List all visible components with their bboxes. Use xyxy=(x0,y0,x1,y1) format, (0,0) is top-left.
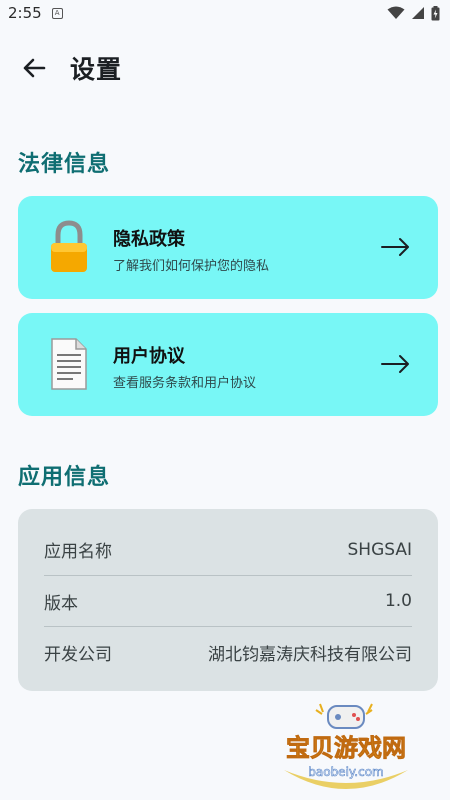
signal-icon xyxy=(412,7,424,19)
info-row-developer: 开发公司 湖北钧嘉涛庆科技有限公司 xyxy=(44,626,412,677)
info-row-app-name: 应用名称 SHGSAI xyxy=(44,524,412,575)
status-left: 2:55 A xyxy=(8,4,63,22)
privacy-policy-title: 隐私政策 xyxy=(113,229,185,250)
notification-icon: A xyxy=(51,7,63,19)
svg-text:baobeiy.com: baobeiy.com xyxy=(308,765,383,779)
status-right xyxy=(387,5,440,21)
arrow-right-icon xyxy=(381,355,409,373)
info-label: 应用名称 xyxy=(44,542,112,562)
battery-icon xyxy=(431,5,440,20)
app-info-card: 应用名称 SHGSAI 版本 1.0 开发公司 湖北钧嘉涛庆科技有限公司 xyxy=(18,509,438,691)
privacy-policy-card[interactable]: 隐私政策 了解我们如何保护您的隐私 xyxy=(18,196,438,299)
info-row-version: 版本 1.0 xyxy=(44,575,412,626)
status-bar: 2:55 A xyxy=(0,0,450,26)
privacy-policy-subtitle: 了解我们如何保护您的隐私 xyxy=(113,259,270,274)
user-agreement-title: 用户协议 xyxy=(113,346,185,367)
info-label: 版本 xyxy=(44,593,78,614)
lock-icon xyxy=(51,220,87,272)
user-agreement-card[interactable]: 用户协议 查看服务条款和用户协议 xyxy=(18,313,438,416)
wifi-icon xyxy=(387,6,405,19)
watermark-logo: 宝贝游戏网 baobeiy.com xyxy=(284,703,408,789)
arrow-right-icon xyxy=(381,238,409,256)
document-icon xyxy=(51,338,87,390)
page-title: 设置 xyxy=(70,55,123,84)
app-bar: 设置 xyxy=(0,40,450,96)
status-time: 2:55 xyxy=(8,4,42,22)
info-value: 湖北钧嘉涛庆科技有限公司 xyxy=(208,644,412,665)
info-label: 开发公司 xyxy=(44,644,112,665)
info-value: 1.0 xyxy=(384,591,412,611)
user-agreement-subtitle: 查看服务条款和用户协议 xyxy=(113,376,257,391)
section-title-legal: 法律信息 xyxy=(18,152,111,177)
back-button[interactable] xyxy=(18,54,50,82)
info-value: SHGSAI xyxy=(347,539,413,560)
svg-text:宝贝游戏网: 宝贝游戏网 xyxy=(286,734,406,762)
section-title-app-info: 应用信息 xyxy=(18,465,111,490)
arrow-left-icon xyxy=(23,58,46,78)
